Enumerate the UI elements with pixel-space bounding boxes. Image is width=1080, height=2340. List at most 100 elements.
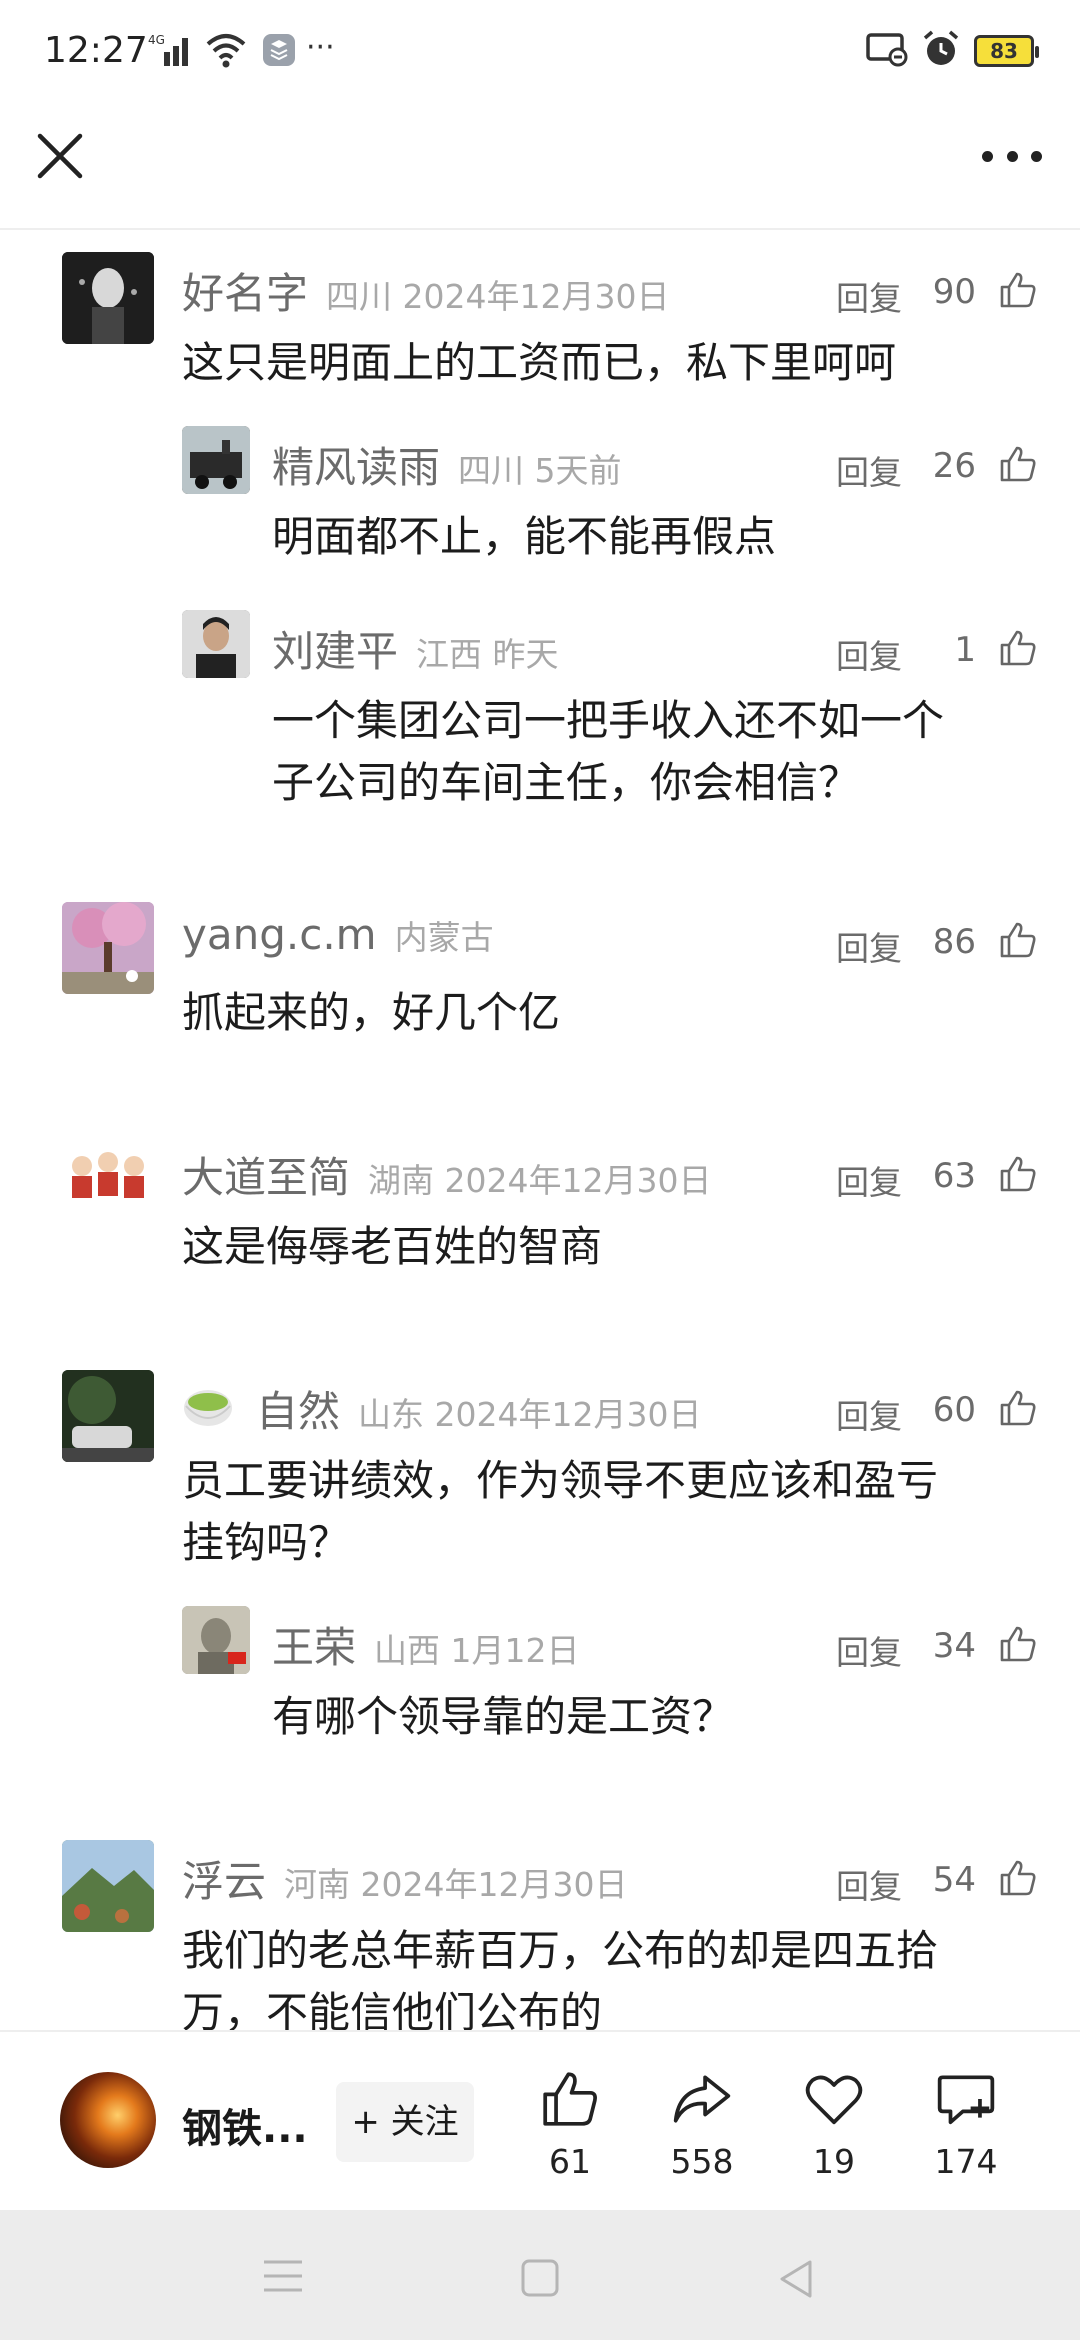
like-count: 86 (932, 922, 976, 962)
like-total: 61 (549, 2142, 591, 2181)
like-count: 26 (932, 446, 976, 486)
avatar[interactable] (62, 902, 154, 994)
reply-button[interactable]: 回复 (836, 922, 902, 970)
comment-text: 明面都不止，能不能再假点 (272, 512, 777, 561)
favorite-action[interactable]: 19 (774, 2068, 894, 2181)
reply-button[interactable]: 回复 (836, 446, 902, 494)
avatar[interactable] (62, 1136, 154, 1228)
thumbs-up-icon[interactable] (998, 270, 1038, 310)
thumbs-up-icon (543, 2072, 597, 2126)
username[interactable]: 浮云 (182, 1848, 266, 1909)
home-square-icon (521, 2259, 559, 2297)
account-avatar[interactable] (60, 2072, 156, 2168)
more-dot-icon (1006, 150, 1018, 162)
thumbs-up-icon[interactable] (998, 444, 1038, 484)
back-triangle-icon (780, 2260, 812, 2298)
reply-button[interactable]: 回复 (836, 630, 902, 678)
comment-list: 好名字 四川 2024年12月30日 回复 90 这只是明面上的工资而已，私下里… (0, 230, 1080, 2030)
account-name[interactable]: 钢铁... (182, 2096, 308, 2154)
cellular-signal-icon: 4G (148, 32, 194, 72)
username[interactable]: 刘建平 (272, 618, 398, 679)
home-nav-button[interactable] (520, 2258, 560, 2302)
comment-item: yang.c.m 内蒙古 回复 86 抓起来的，好几个亿 (0, 902, 1080, 1037)
reply-item: 刘建平 江西 昨天 回复 1 一个集团公司一把手收入还不如一个 子公司的车间主任… (0, 610, 1080, 807)
follow-button[interactable]: + 关注 (336, 2082, 474, 2162)
username[interactable]: 自然 (256, 1378, 340, 1439)
like-action[interactable]: 61 (510, 2068, 630, 2181)
thumbs-up-icon[interactable] (998, 1154, 1038, 1194)
comment-text: 这只是明面上的工资而已，私下里呵呵 (182, 338, 897, 387)
avatar[interactable] (62, 252, 154, 344)
share-total: 558 (670, 2142, 734, 2181)
close-icon (37, 133, 83, 179)
username[interactable]: 好名字 (182, 260, 308, 321)
thumbs-up-icon[interactable] (998, 1624, 1038, 1664)
comment-text-line: 我们的老总年薪百万，公布的却是四五拾 (182, 1926, 939, 1975)
comment-text: 一个集团公司一把手收入还不如一个 子公司的车间主任，你会相信？ (272, 690, 944, 814)
comment-text: 我们的老总年薪百万，公布的却是四五拾 万，不能信他们公布的 (182, 1920, 938, 2030)
add-comment-icon (937, 2075, 995, 2125)
avatar[interactable] (182, 426, 250, 494)
alarm-icon (922, 30, 960, 72)
status-right: 83 (866, 30, 1039, 72)
comment-meta: 山西 1月12日 (374, 1631, 580, 1670)
comment-item: 自然 山东 2024年12月30日 回复 60 员工要讲绩效，作为领导不更应该和… (0, 1370, 1080, 1567)
comment-meta: 内蒙古 (394, 918, 494, 957)
thumbs-up-icon[interactable] (998, 920, 1038, 960)
network-type-label: 4G (148, 33, 165, 47)
reply-button[interactable]: 回复 (836, 1860, 902, 1908)
comment-text: 员工要讲绩效，作为领导不更应该和盈亏 挂钩吗？ (182, 1450, 938, 1574)
thumbs-up-icon[interactable] (998, 1858, 1038, 1898)
close-button[interactable] (34, 130, 86, 182)
username[interactable]: 大道至简 (182, 1144, 350, 1205)
comment-text: 抓起来的，好几个亿 (182, 988, 561, 1037)
more-dot-icon (1031, 150, 1042, 162)
screen-cast-icon (866, 31, 908, 71)
thumbs-up-icon[interactable] (998, 628, 1038, 668)
like-count: 63 (932, 1156, 976, 1196)
more-notifications-icon: ··· (306, 30, 335, 65)
status-bar: 12:27 4G ··· 83 (0, 0, 1080, 100)
like-count: 90 (932, 272, 976, 312)
reply-button[interactable]: 回复 (836, 1156, 902, 1204)
reply-button[interactable]: 回复 (836, 1390, 902, 1438)
username[interactable]: 王荣 (272, 1614, 356, 1675)
username[interactable]: yang.c.m (182, 910, 377, 959)
system-nav-bar (0, 2210, 1080, 2340)
reply-item: 精风读雨 四川 5天前 回复 26 明面都不止，能不能再假点 (0, 426, 1080, 561)
comment-meta: 四川 2024年12月30日 (326, 277, 670, 316)
comment-header: 好名字 四川 2024年12月30日 (182, 260, 669, 321)
more-options-button[interactable] (982, 140, 1042, 172)
avatar[interactable] (62, 1370, 154, 1462)
share-icon (673, 2075, 731, 2123)
comment-meta: 湖南 2024年12月30日 (368, 1161, 712, 1200)
comment-text-line: 挂钩吗？ (182, 1518, 351, 1567)
username[interactable]: 精风读雨 (272, 434, 440, 495)
comment-header: 自然 山东 2024年12月30日 (182, 1378, 701, 1439)
comment-text: 这是侮辱老百姓的智商 (182, 1222, 603, 1271)
avatar[interactable] (182, 610, 250, 678)
comment-text-line: 子公司的车间主任，你会相信？ (272, 758, 861, 807)
menu-nav-button[interactable] (262, 2258, 304, 2298)
back-nav-button[interactable] (776, 2258, 816, 2304)
comment-meta: 山东 2024年12月30日 (358, 1395, 702, 1434)
thumbs-up-icon[interactable] (998, 1388, 1038, 1428)
avatar[interactable] (182, 1606, 250, 1674)
comment-total: 174 (934, 2142, 998, 2181)
comment-action[interactable]: 174 (906, 2068, 1026, 2181)
tea-cup-badge-icon (182, 1386, 234, 1432)
menu-icon (264, 2260, 302, 2292)
avatar[interactable] (62, 1840, 154, 1932)
comment-meta: 河南 2024年12月30日 (284, 1865, 628, 1904)
reply-button[interactable]: 回复 (836, 1626, 902, 1674)
app-notification-icon (262, 32, 296, 72)
reply-button[interactable]: 回复 (836, 272, 902, 320)
like-count: 34 (932, 1626, 976, 1666)
like-count: 1 (954, 630, 976, 670)
comment-text-line: 一个集团公司一把手收入还不如一个 (272, 696, 945, 745)
share-action[interactable]: 558 (642, 2068, 762, 2181)
favorite-total: 19 (813, 2142, 855, 2181)
top-bar (0, 100, 1080, 230)
battery-indicator: 83 (974, 35, 1039, 67)
comment-meta: 四川 5天前 (458, 451, 622, 490)
